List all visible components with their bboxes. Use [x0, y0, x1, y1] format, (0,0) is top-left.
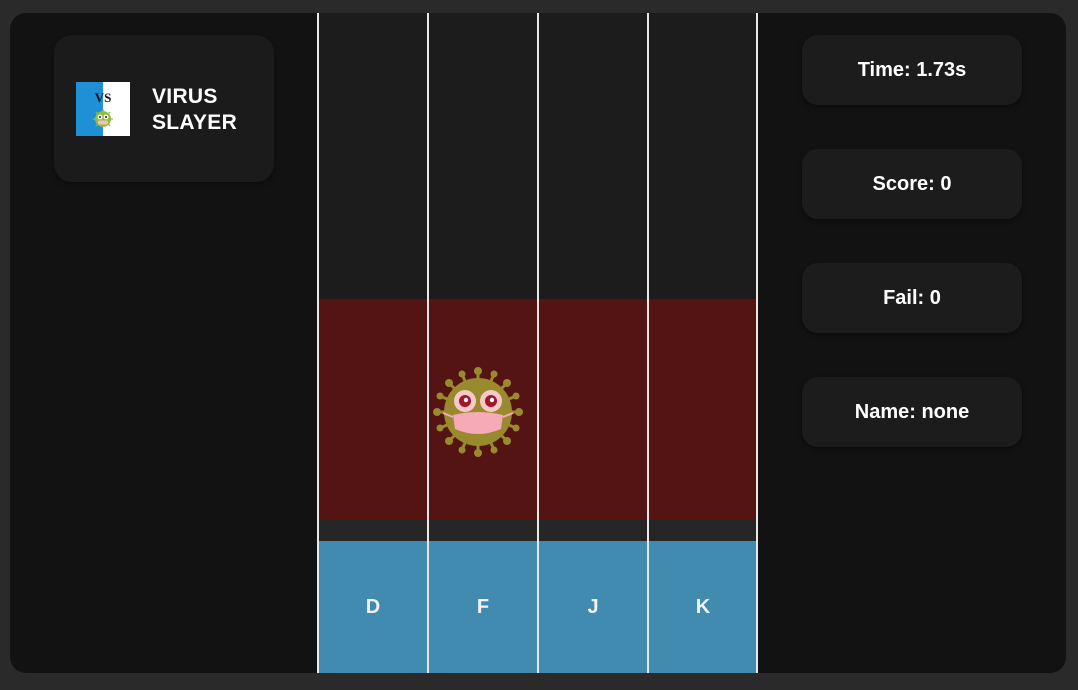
time-display: Time: 1.73s	[802, 35, 1022, 105]
logo-badge-text: VS	[95, 90, 112, 105]
key-f[interactable]: F	[428, 541, 538, 673]
key-k[interactable]: K	[648, 541, 758, 673]
virus-icon[interactable]	[429, 363, 527, 461]
lane-divider	[317, 13, 319, 673]
game-board[interactable]: D F J K	[317, 13, 758, 673]
score-display: Score: 0	[802, 149, 1022, 219]
virus-slayer-logo: VS	[76, 82, 130, 136]
logo-card: VS VIRUS SLAYER	[54, 35, 274, 182]
player-name-display: Name: none	[802, 377, 1022, 447]
key-d[interactable]: D	[318, 541, 428, 673]
lane-divider	[756, 13, 758, 673]
game-title-line1: VIRUS	[152, 85, 218, 108]
lane-divider	[427, 13, 429, 673]
lane-divider	[647, 13, 649, 673]
game-frame: VS VIRUS SLAYER D F J K Time: 1.73s Scor…	[10, 13, 1066, 673]
game-title: VIRUS SLAYER	[152, 84, 237, 136]
key-j[interactable]: J	[538, 541, 648, 673]
lane-divider	[537, 13, 539, 673]
game-title-line2: SLAYER	[152, 111, 238, 134]
fail-display: Fail: 0	[802, 263, 1022, 333]
